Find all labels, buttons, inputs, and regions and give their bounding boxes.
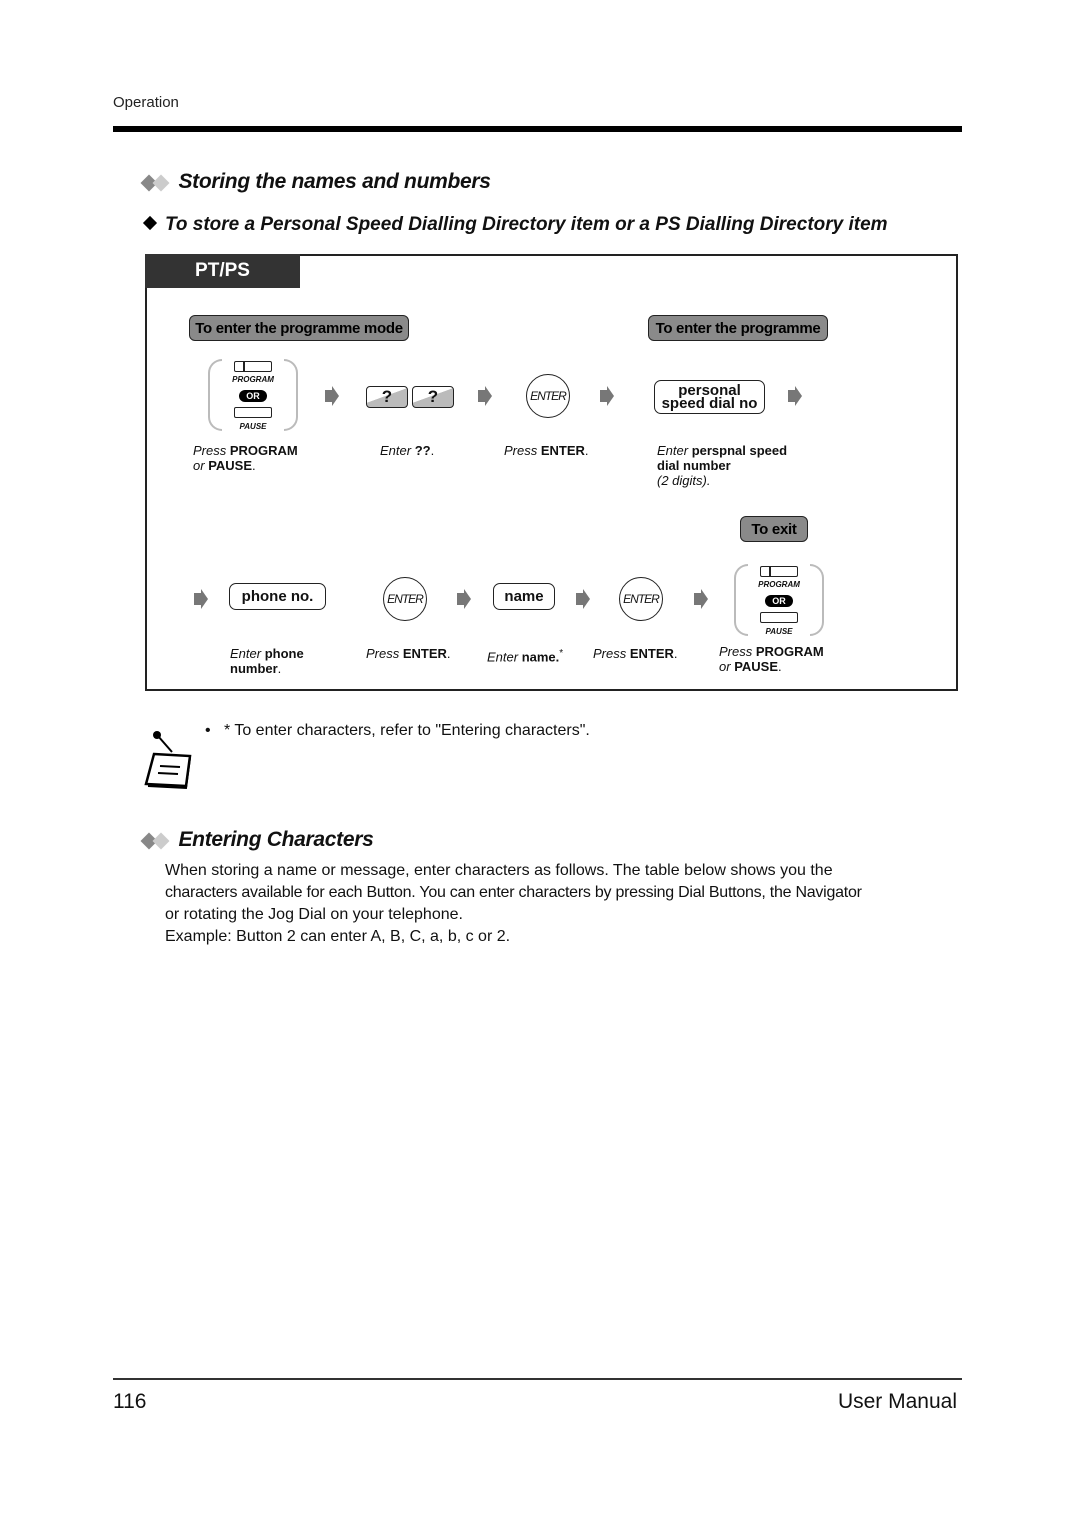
- caption-enter-speed-dial: Enter perspnal speed dial number (2 digi…: [657, 443, 788, 488]
- caption-enter-qq: Enter ??.: [380, 443, 435, 458]
- caption-press-program: Press PROGRAM or PAUSE.: [193, 443, 298, 473]
- phone-no-field[interactable]: phone no.: [229, 583, 326, 610]
- section-title-entering: Entering Characters: [140, 828, 374, 852]
- note-item: • * To enter characters, refer to "Enter…: [205, 722, 590, 740]
- header-section-label: Operation: [113, 94, 179, 111]
- header-rule: [113, 126, 962, 132]
- program-or-pause-keys: PROGRAM OR PAUSE: [734, 562, 824, 642]
- question-key-2[interactable]: ?: [412, 386, 454, 408]
- manual-label: User Manual: [837, 1390, 957, 1413]
- caption-press-enter: Press ENTER.: [593, 646, 678, 661]
- subsection-title: To store a Personal Speed Dialling Direc…: [142, 214, 888, 236]
- arrow-right-icon: [576, 589, 590, 609]
- pause-key-label: PAUSE: [765, 627, 793, 636]
- caption-press-enter: Press ENTER.: [504, 443, 589, 458]
- caption-press-enter: Press ENTER.: [366, 646, 451, 661]
- name-field[interactable]: name: [493, 583, 555, 610]
- paragraph-line: characters available for each Button. Yo…: [165, 884, 862, 901]
- bullet: •: [205, 722, 211, 739]
- diamond-bullet-icon: [142, 215, 158, 231]
- caption-press-program: Press PROGRAM or PAUSE.: [719, 644, 824, 674]
- arrow-right-icon: [600, 386, 614, 406]
- enter-button[interactable]: ENTER: [619, 577, 663, 621]
- pause-key[interactable]: [760, 612, 798, 623]
- arrow-right-icon: [694, 589, 708, 609]
- paragraph-line: When storing a name or message, enter ch…: [165, 862, 833, 879]
- section-title-storing: Storing the names and numbers: [140, 170, 491, 194]
- question-key-1[interactable]: ?: [366, 386, 408, 408]
- or-badge: OR: [765, 595, 793, 607]
- pill-enter-programme: To enter the programme: [648, 315, 828, 341]
- body-paragraph: When storing a name or message, enter ch…: [165, 860, 965, 948]
- arrow-right-icon: [457, 589, 471, 609]
- arrow-right-icon: [788, 386, 802, 406]
- arrow-right-icon: [478, 386, 492, 406]
- double-diamond-icon: [140, 174, 174, 194]
- note-pad-icon: [144, 731, 192, 790]
- footer-rule: [113, 1378, 962, 1380]
- field-label-line2: speed dial no: [661, 395, 758, 412]
- program-key[interactable]: [760, 566, 798, 577]
- enter-button[interactable]: ENTER: [526, 374, 570, 418]
- enter-button[interactable]: ENTER: [383, 577, 427, 621]
- section-title-text: Storing the names and numbers: [178, 170, 491, 193]
- arrow-right-icon: [325, 386, 339, 406]
- section-title-text: Entering Characters: [178, 828, 374, 851]
- or-badge: OR: [239, 390, 267, 402]
- program-key-label: PROGRAM: [232, 375, 274, 384]
- caption-enter-name: Enter name.*: [487, 648, 564, 665]
- pill-to-exit: To exit: [740, 516, 808, 542]
- program-key[interactable]: [234, 361, 272, 372]
- device-tag: PT/PS: [145, 254, 300, 288]
- caption-enter-phone: Enter phone number.: [230, 646, 304, 676]
- pause-key-label: PAUSE: [239, 422, 267, 431]
- paragraph-line: Example: Button 2 can enter A, B, C, a, …: [165, 928, 511, 945]
- arrow-right-icon: [194, 589, 208, 609]
- program-or-pause-keys: PROGRAM OR PAUSE: [208, 357, 298, 437]
- paragraph-line: or rotating the Jog Dial on your telepho…: [165, 906, 463, 923]
- personal-speed-dial-no-field[interactable]: personal speed dial no: [654, 380, 765, 414]
- note-text: * To enter characters, refer to "Enterin…: [223, 722, 590, 739]
- pill-enter-programme-mode: To enter the programme mode: [189, 315, 409, 341]
- double-diamond-icon: [140, 832, 174, 852]
- subsection-title-text: To store a Personal Speed Dialling Direc…: [165, 214, 888, 235]
- pause-key[interactable]: [234, 407, 272, 418]
- page-number: 116: [113, 1390, 147, 1413]
- program-key-label: PROGRAM: [758, 580, 800, 589]
